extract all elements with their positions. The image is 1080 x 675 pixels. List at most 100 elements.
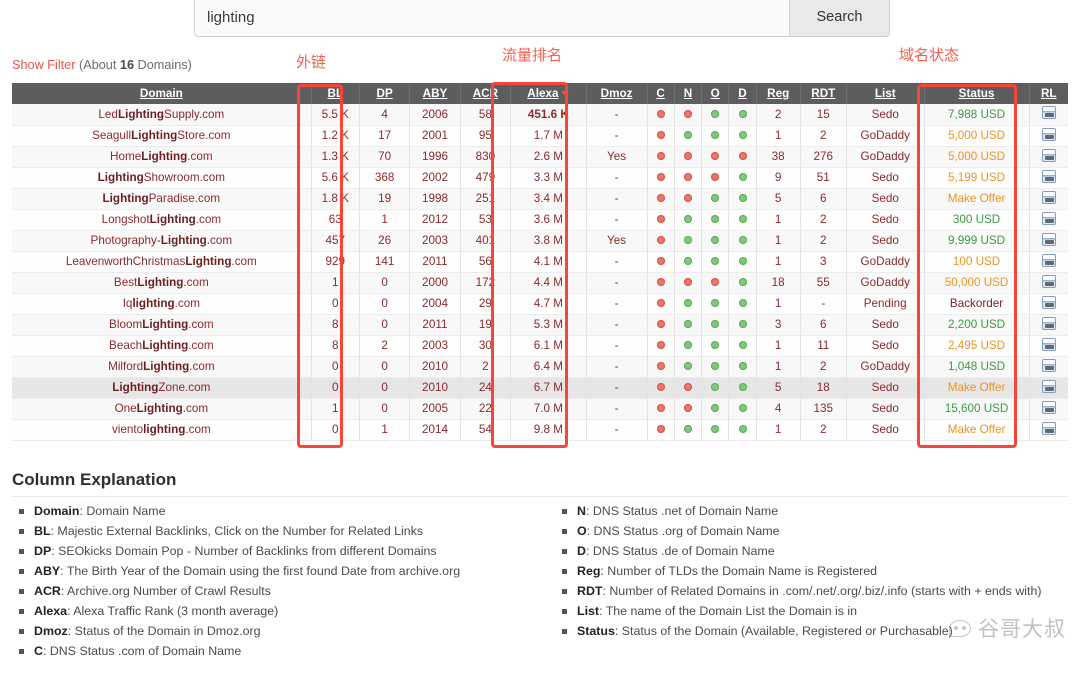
cell-rl[interactable]: [1029, 398, 1068, 420]
cell-domain[interactable]: LightingShowroom.com: [12, 167, 312, 189]
cell-domain[interactable]: LeavenworthChristmasLighting.com: [12, 251, 312, 273]
cell-rl[interactable]: [1029, 230, 1068, 252]
related-links-icon[interactable]: [1041, 379, 1056, 393]
cell-status[interactable]: Backorder: [924, 293, 1030, 315]
cell-domain[interactable]: OneLighting.com: [12, 398, 312, 420]
column-header-d[interactable]: D: [728, 83, 757, 104]
table-row[interactable]: LeavenworthChristmasLighting.com 929 141 20…: [12, 251, 1068, 273]
column-header-status[interactable]: Status: [924, 83, 1030, 104]
cell-domain[interactable]: LedLightingSupply.com: [12, 104, 312, 126]
cell-domain[interactable]: Photography-Lighting.com: [12, 230, 312, 252]
cell-rl[interactable]: [1029, 314, 1068, 336]
cell-domain[interactable]: HomeLighting.com: [12, 146, 312, 168]
cell-domain[interactable]: SeagullLightingStore.com: [12, 125, 312, 147]
column-header-c[interactable]: C: [647, 83, 675, 104]
related-links-icon[interactable]: [1041, 316, 1056, 330]
cell-domain[interactable]: BloomLighting.com: [12, 314, 312, 336]
column-header-acr[interactable]: ACR: [460, 83, 512, 104]
cell-rl[interactable]: [1029, 272, 1068, 294]
cell-rl[interactable]: [1029, 377, 1068, 399]
table-row[interactable]: LightingZone.com 0 0 2010 24 6.7 M -5 18 Sedo Mak…: [12, 377, 1068, 399]
show-filter-link[interactable]: Show Filter: [12, 58, 75, 72]
cell-domain[interactable]: LongshotLighting.com: [12, 209, 312, 231]
search-button[interactable]: Search: [789, 0, 889, 36]
related-links-icon[interactable]: [1041, 421, 1056, 435]
table-row[interactable]: Photography-Lighting.com 457 26 2003 401 3.8 …: [12, 230, 1068, 252]
cell-status[interactable]: 15,600 USD: [924, 398, 1030, 420]
cell-domain[interactable]: BeachLighting.com: [12, 335, 312, 357]
cell-status[interactable]: 2,495 USD: [924, 335, 1030, 357]
cell-status[interactable]: Make Offer: [924, 188, 1030, 210]
cell-domain[interactable]: LightingParadise.com: [12, 188, 312, 210]
column-header-dmoz[interactable]: Dmoz: [586, 83, 648, 104]
cell-status[interactable]: 5,199 USD: [924, 167, 1030, 189]
cell-rl[interactable]: [1029, 293, 1068, 315]
cell-rl[interactable]: [1029, 419, 1068, 441]
cell-rl[interactable]: [1029, 356, 1068, 378]
cell-domain[interactable]: MilfordLighting.com: [12, 356, 312, 378]
cell-rl[interactable]: [1029, 146, 1068, 168]
table-row[interactable]: LightingParadise.com 1.8 K 19 1998 251 3.4 M-…: [12, 188, 1068, 210]
cell-rl[interactable]: [1029, 125, 1068, 147]
table-row[interactable]: LightingShowroom.com 5.6 K 368 2002 479 3.3 M…: [12, 167, 1068, 189]
related-links-icon[interactable]: [1041, 253, 1056, 267]
cell-status[interactable]: 5,000 USD: [924, 146, 1030, 168]
table-row[interactable]: OneLighting.com 1 0 2005 22 7.0 M - 4 135 Sedo 15,…: [12, 398, 1068, 420]
column-header-alexa[interactable]: Alexa: [510, 83, 587, 104]
cell-status[interactable]: 9,999 USD: [924, 230, 1030, 252]
cell-domain[interactable]: vientolighting.com: [12, 419, 312, 441]
cell-domain[interactable]: LightingZone.com: [12, 377, 312, 399]
table-row[interactable]: BeachLighting.com 8 2 2003 30 6.1 M -1 11 Sedo 2,…: [12, 335, 1068, 357]
cell-status[interactable]: 100 USD: [924, 251, 1030, 273]
related-links-icon[interactable]: [1041, 358, 1056, 372]
cell-status[interactable]: 7,988 USD: [924, 104, 1030, 126]
related-links-icon[interactable]: [1041, 274, 1056, 288]
table-row[interactable]: Iqlighting.com 0 0 2004 29 4.7 M -1- Pending Bac…: [12, 293, 1068, 315]
table-row[interactable]: vientolighting.com 0 1 2014 54 9.8 M -1 2 Sedo Ma…: [12, 419, 1068, 441]
column-header-list[interactable]: List: [846, 83, 925, 104]
cell-rl[interactable]: [1029, 167, 1068, 189]
table-row[interactable]: LongshotLighting.com 63 1 2012 53 3.6 M -1 2 Sed…: [12, 209, 1068, 231]
search-input[interactable]: [195, 0, 789, 36]
column-header-n[interactable]: N: [674, 83, 703, 104]
cell-domain[interactable]: Iqlighting.com: [12, 293, 312, 315]
column-header-reg[interactable]: Reg: [756, 83, 801, 104]
column-header-dp[interactable]: DP: [359, 83, 411, 104]
related-links-icon[interactable]: [1041, 169, 1056, 183]
related-links-icon[interactable]: [1041, 190, 1056, 204]
column-header-o[interactable]: O: [701, 83, 730, 104]
cell-status[interactable]: 300 USD: [924, 209, 1030, 231]
cell-status[interactable]: 50,000 USD: [924, 272, 1030, 294]
column-header-domain[interactable]: Domain: [12, 83, 312, 104]
related-links-icon[interactable]: [1041, 337, 1056, 351]
table-row[interactable]: LedLightingSupply.com 5.5 K 4 2006 58 451.6 K…: [12, 104, 1068, 126]
related-links-icon[interactable]: [1041, 127, 1056, 141]
cell-status[interactable]: Make Offer: [924, 419, 1030, 441]
cell-status[interactable]: 1,048 USD: [924, 356, 1030, 378]
cell-rl[interactable]: [1029, 188, 1068, 210]
table-row[interactable]: HomeLighting.com 1.3 K 70 1996 830 2.6 M Yes 38…: [12, 146, 1068, 168]
cell-rl[interactable]: [1029, 104, 1068, 126]
related-links-icon[interactable]: [1041, 148, 1056, 162]
column-header-rdt[interactable]: RDT: [800, 83, 847, 104]
table-row[interactable]: BloomLighting.com 8 0 2011 19 5.3 M - 3 6 Sedo 2,2…: [12, 314, 1068, 336]
cell-rl[interactable]: [1029, 209, 1068, 231]
table-row[interactable]: BestLighting.com 1 0 2000 172 4.4 M - 18 55 GoDad…: [12, 272, 1068, 294]
dns-status-red-icon: [656, 131, 665, 139]
table-row[interactable]: SeagullLightingStore.com 1.2 K 17 2001 95 1.7…: [12, 125, 1068, 147]
cell-rl[interactable]: [1029, 335, 1068, 357]
cell-status[interactable]: 2,200 USD: [924, 314, 1030, 336]
cell-status[interactable]: 5,000 USD: [924, 125, 1030, 147]
column-header-aby[interactable]: ABY: [409, 83, 461, 104]
related-links-icon[interactable]: [1041, 295, 1056, 309]
related-links-icon[interactable]: [1041, 232, 1056, 246]
cell-status[interactable]: Make Offer: [924, 377, 1030, 399]
column-header-bl[interactable]: BL: [311, 83, 360, 104]
cell-domain[interactable]: BestLighting.com: [12, 272, 312, 294]
column-header-rl[interactable]: RL: [1029, 83, 1068, 104]
table-row[interactable]: MilfordLighting.com 0 0 2010 2 6.4 M -1 2 GoDadd…: [12, 356, 1068, 378]
related-links-icon[interactable]: [1041, 211, 1056, 225]
related-links-icon[interactable]: [1041, 106, 1056, 120]
related-links-icon[interactable]: [1041, 400, 1056, 414]
cell-rl[interactable]: [1029, 251, 1068, 273]
